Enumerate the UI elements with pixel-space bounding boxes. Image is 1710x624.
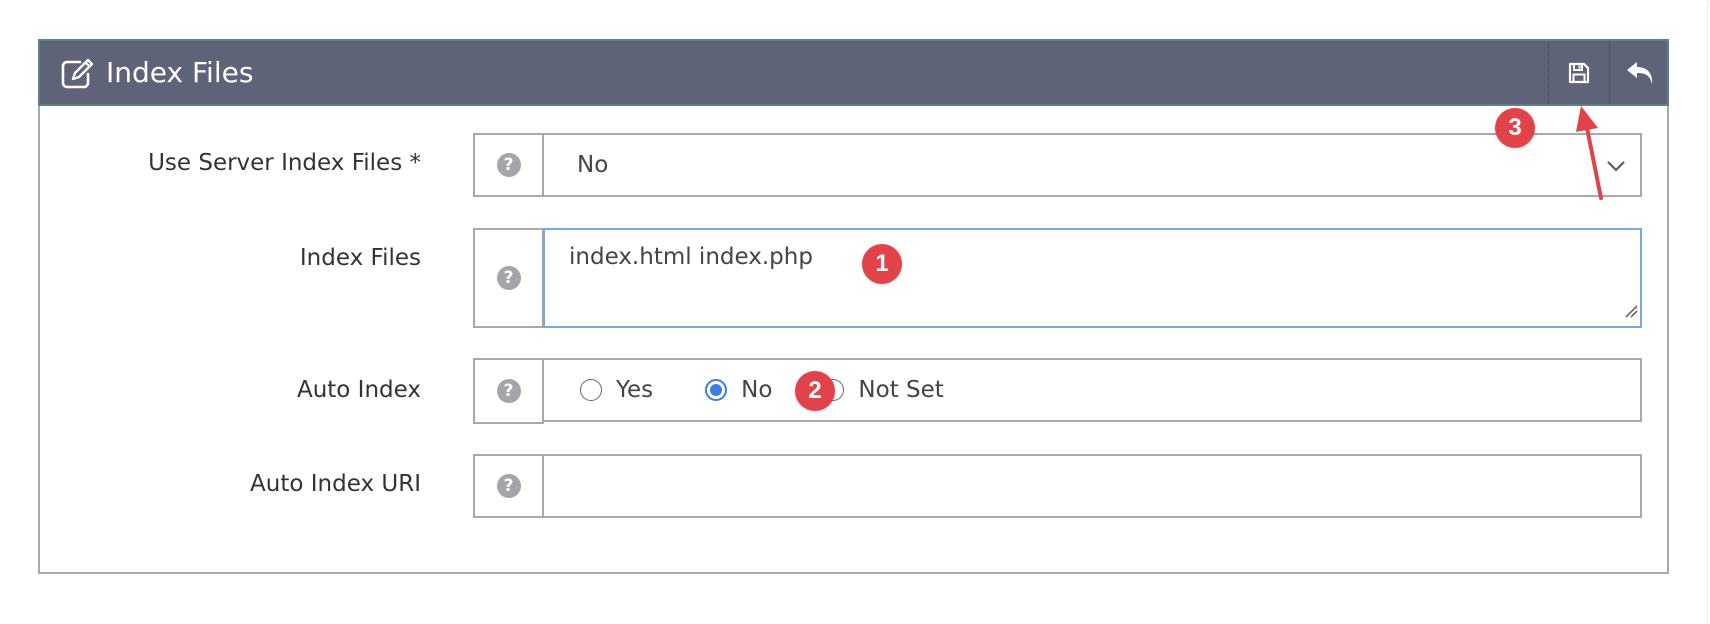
auto-index-help[interactable]: ? [473,358,544,424]
edit-icon [60,57,96,89]
question-circle-icon: ? [496,153,521,177]
auto-index-label: Auto Index [296,377,421,403]
auto-index-uri-label: Auto Index URI [250,471,421,497]
use-server-index-files-label: Use Server Index Files * [148,150,421,176]
auto-index-option-no[interactable]: No [705,377,772,403]
question-circle-icon: ? [496,474,521,498]
auto-index-uri-help[interactable]: ? [473,454,544,518]
panel-title: Index Files [60,41,253,104]
index-files-textarea[interactable]: index.html index.php [543,228,1642,328]
reply-arrow-icon [1625,60,1655,86]
question-circle-icon: ? [496,266,521,290]
annotation-badge-1: 1 [862,244,902,284]
select-value: No [577,152,609,178]
auto-index-option-yes[interactable]: Yes [580,377,653,403]
textarea-value: index.html index.php [569,244,813,270]
auto-index-radio-group: Yes No Not Set [543,358,1642,422]
radio-unchecked-icon[interactable] [580,379,602,401]
annotation-badge-2: 2 [795,371,835,411]
use-server-index-files-select[interactable]: No [543,133,1642,197]
use-server-index-files-help[interactable]: ? [473,133,544,197]
back-button[interactable] [1609,41,1670,104]
index-files-label: Index Files [299,245,421,271]
index-files-help[interactable]: ? [473,228,544,328]
annotation-badge-3: 3 [1495,108,1535,148]
window-edge [1707,0,1708,624]
chevron-down-icon [1606,152,1626,178]
radio-label: Not Set [858,377,944,403]
auto-index-uri-input[interactable] [543,454,1642,518]
radio-label: Yes [616,377,654,403]
panel-header: Index Files [38,39,1669,106]
save-button[interactable] [1548,41,1609,104]
panel-title-text: Index Files [106,56,254,89]
auto-index-option-not-set[interactable]: Not Set [822,377,944,403]
radio-checked-icon[interactable] [705,379,728,401]
resize-handle-icon[interactable] [1624,298,1638,324]
floppy-disk-icon [1567,61,1591,85]
question-circle-icon: ? [496,379,521,403]
radio-label: No [741,377,773,403]
